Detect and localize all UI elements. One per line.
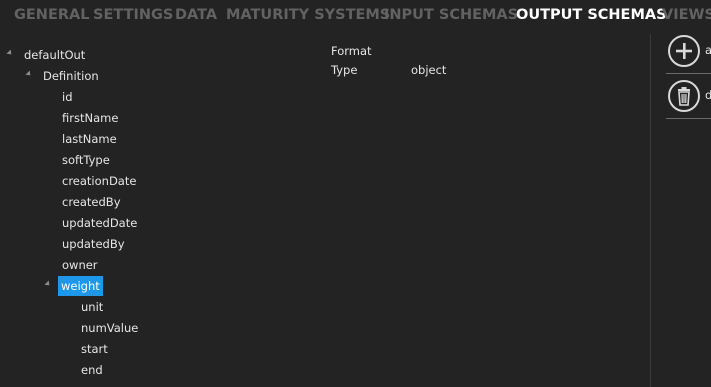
tree-node-child[interactable]: end: [81, 360, 103, 380]
tab-views[interactable]: VIEWS: [662, 7, 711, 23]
tree-node-field[interactable]: creationDate: [62, 171, 136, 191]
collapse-arrow-icon[interactable]: [44, 280, 52, 288]
tab-bar: GENERAL SETTINGS DATA MATURITY SYSTEMS I…: [0, 0, 711, 34]
delete-button[interactable]: d: [668, 79, 711, 113]
tab-settings[interactable]: SETTINGS: [93, 7, 173, 23]
tree-node-field[interactable]: firstName: [62, 108, 118, 128]
collapse-arrow-icon[interactable]: [6, 49, 14, 57]
tree-node-field[interactable]: id: [62, 87, 73, 107]
tab-output-schemas[interactable]: OUTPUT SCHEMAS: [516, 7, 667, 23]
tab-data[interactable]: DATA: [175, 7, 217, 23]
tree-node-field[interactable]: lastName: [62, 129, 117, 149]
tree-node-field[interactable]: softType: [62, 150, 110, 170]
tree-node-definition[interactable]: Definition: [43, 66, 99, 86]
type-label: Type: [331, 63, 358, 77]
tree-node-field[interactable]: owner: [62, 255, 98, 275]
tree-node-field[interactable]: updatedDate: [62, 213, 137, 233]
format-label: Format: [331, 44, 372, 58]
action-separator: [666, 118, 711, 119]
tree-node-child[interactable]: unit: [81, 297, 103, 317]
collapse-arrow-icon[interactable]: [25, 70, 33, 78]
tree-node-field[interactable]: createdBy: [62, 192, 121, 212]
tree-node-child[interactable]: start: [81, 339, 108, 359]
tree-node-child[interactable]: numValue: [81, 318, 138, 338]
tree-node-root[interactable]: defaultOut: [24, 45, 85, 65]
trash-icon: [668, 80, 700, 112]
add-button[interactable]: a: [668, 34, 711, 68]
add-label: a: [705, 43, 711, 57]
delete-label: d: [705, 88, 711, 102]
tree-node-weight-selected[interactable]: weight: [58, 276, 103, 296]
plus-circle-icon: [668, 35, 700, 67]
tab-input-schemas[interactable]: INPUT SCHEMAS: [384, 7, 518, 23]
action-separator: [666, 73, 711, 74]
tree-node-field[interactable]: updatedBy: [62, 234, 125, 254]
type-value: object: [411, 63, 447, 77]
tab-general[interactable]: GENERAL: [14, 7, 89, 23]
panel-divider: [650, 34, 651, 387]
tab-maturity-systems[interactable]: MATURITY SYSTEMS: [226, 7, 390, 23]
